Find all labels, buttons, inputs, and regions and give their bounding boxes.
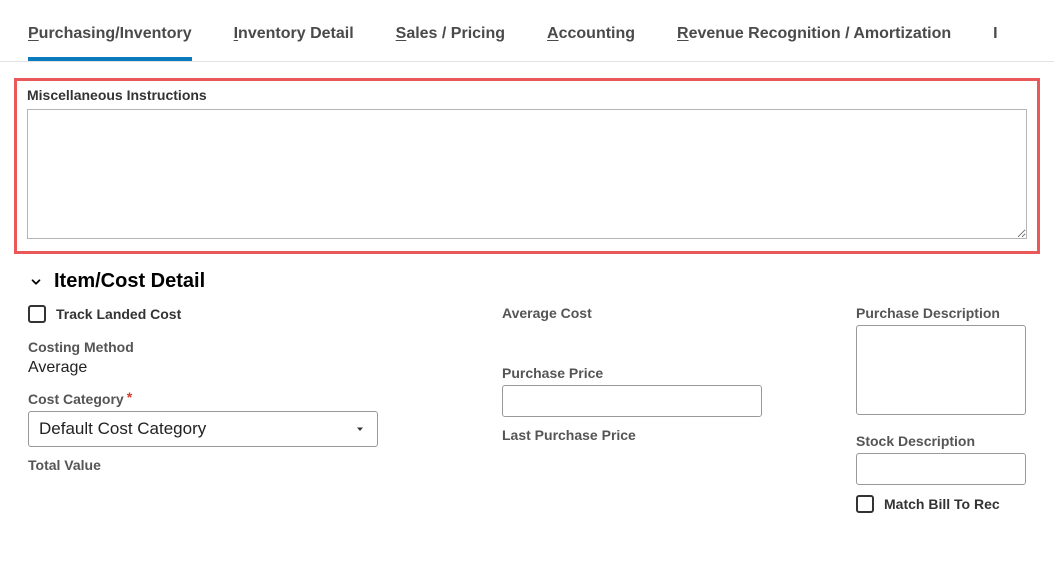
chevron-down-icon	[28, 274, 44, 290]
track-landed-cost-label: Track Landed Cost	[56, 306, 181, 322]
misc-instructions-textarea[interactable]	[27, 109, 1027, 239]
column-right: Purchase Description Stock Description M…	[786, 305, 1026, 529]
tab-purchasing-inventory[interactable]: Purchasing/Inventory	[28, 23, 192, 61]
column-middle: Average Cost Purchase Price Last Purchas…	[446, 305, 746, 447]
costing-method-label: Costing Method	[28, 339, 406, 355]
section-title: Item/Cost Detail	[54, 270, 205, 293]
section-header[interactable]: Item/Cost Detail	[28, 270, 1026, 293]
highlighted-field-group: Miscellaneous Instructions	[14, 78, 1040, 254]
total-value-label: Total Value	[28, 457, 406, 473]
match-bill-label: Match Bill To Rec	[884, 496, 1000, 512]
tab-truncated[interactable]: I	[993, 23, 999, 61]
purchase-description-label: Purchase Description	[856, 305, 1026, 321]
average-cost-label: Average Cost	[502, 305, 746, 321]
purchase-price-input[interactable]	[502, 385, 762, 417]
costing-method-value: Average	[28, 359, 406, 377]
column-left: Track Landed Cost Costing Method Average…	[28, 305, 406, 477]
match-bill-row: Match Bill To Rec	[856, 495, 1026, 513]
tab-revenue-recognition[interactable]: Revenue Recognition / Amortization	[677, 23, 951, 61]
content-area: Item/Cost Detail Track Landed Cost Costi…	[0, 264, 1054, 529]
purchase-price-label: Purchase Price	[502, 365, 746, 381]
track-landed-cost-row: Track Landed Cost	[28, 305, 406, 323]
last-purchase-price-label: Last Purchase Price	[502, 427, 746, 443]
tab-sales-pricing[interactable]: Sales / Pricing	[396, 23, 505, 61]
track-landed-cost-checkbox[interactable]	[28, 305, 46, 323]
cost-category-select[interactable]: Default Cost Category	[28, 411, 378, 447]
cost-category-label: Cost Category	[28, 391, 406, 407]
cost-category-selected: Default Cost Category	[39, 419, 206, 439]
tab-inventory-detail[interactable]: Inventory Detail	[234, 23, 354, 61]
misc-instructions-label: Miscellaneous Instructions	[27, 87, 1027, 103]
tab-accounting[interactable]: Accounting	[547, 23, 635, 61]
match-bill-checkbox[interactable]	[856, 495, 874, 513]
tab-bar: Purchasing/Inventory Inventory Detail Sa…	[0, 0, 1054, 62]
purchase-description-textarea[interactable]	[856, 325, 1026, 415]
stock-description-label: Stock Description	[856, 433, 1026, 449]
stock-description-input[interactable]	[856, 453, 1026, 485]
caret-down-icon	[353, 422, 367, 436]
